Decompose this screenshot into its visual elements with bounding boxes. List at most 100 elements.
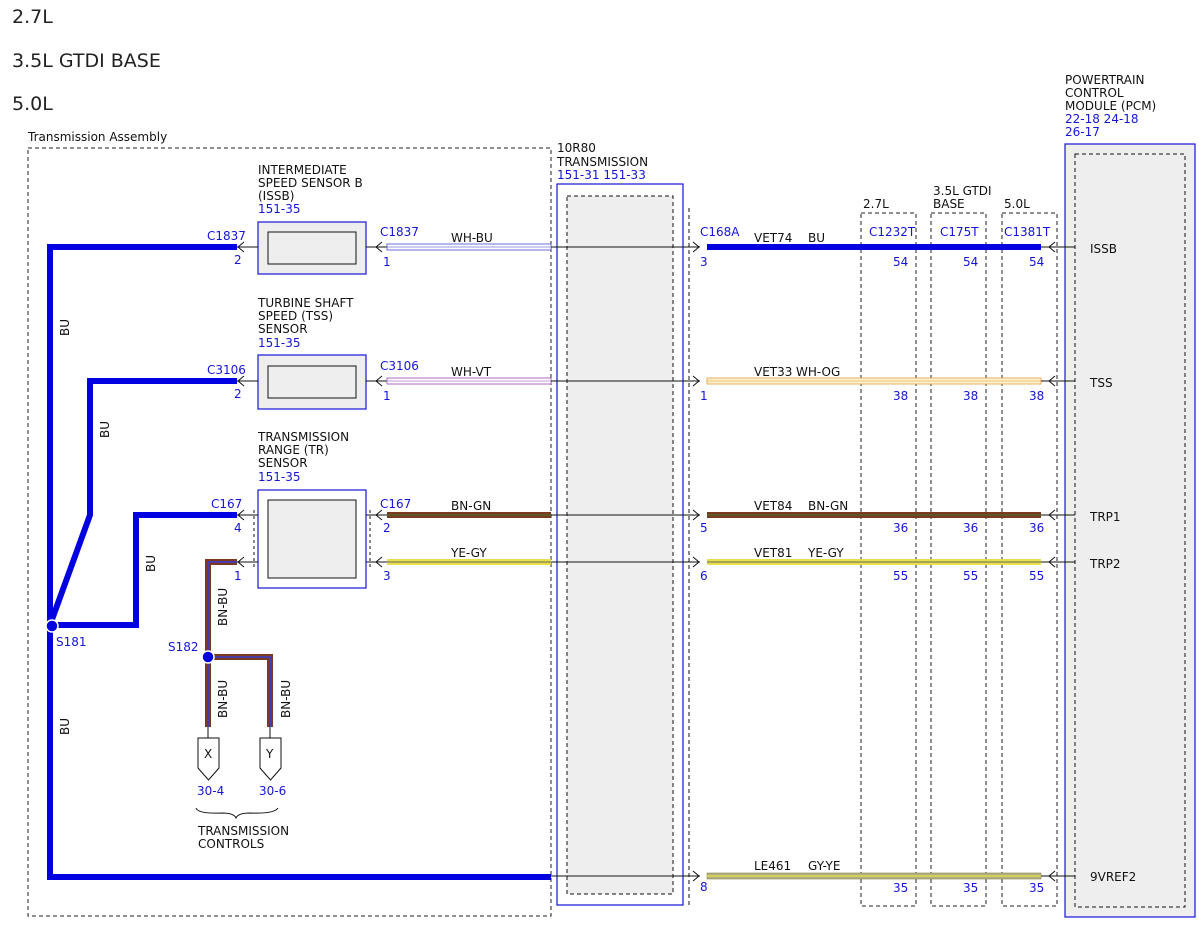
issb-ref: 151-35 [258,202,301,216]
destination-y-letter: Y [265,747,274,761]
tr-pin-right-top: 2 [383,521,391,535]
transmission-refs: 151-31 151-33 [557,168,646,182]
tr-pin-right-bottom: 3 [383,569,391,583]
wire-color-bnbu-1: BN-BU [216,588,230,626]
destination-label-line-2: CONTROLS [198,837,264,851]
tss-title-3: SENSOR [258,322,308,336]
pcm-refs-1: 22-18 24-18 [1065,112,1139,126]
pcm-inner [1074,153,1186,908]
destination-brace [195,807,279,820]
circuit-trp2-id: VET81 [754,546,792,560]
destination-x-ref: 30-4 [197,784,224,798]
tss-sensor: TURBINE SHAFT SPEED (TSS) SENSOR 151-35 [257,296,367,410]
circuit-9vref2-pcm-pin-a: 35 [893,881,908,895]
tss-pin-right: 1 [383,389,391,403]
variant-5-0l-connector: C1381T [1004,225,1051,239]
circuit-issb-pcm-pin-b: 54 [963,255,978,269]
tr-connector-right: C167 [380,497,411,511]
variant-2-7l-label: 2.7L [863,197,889,211]
wire-color-bu-4: BU [58,718,72,735]
issb-pin-right: 1 [383,255,391,269]
circuit-trp2-color: YE-GY [807,546,844,560]
issb-title-3: (ISSB) [258,189,294,203]
tr-ref: 151-35 [258,470,301,484]
splice-s181 [45,619,59,633]
variant-3-5l-connector: C175T [940,225,979,239]
wire-color-bnbu-2: BN-BU [216,680,230,718]
pcm-signal-issb: ISSB [1090,242,1117,256]
destination-label-line-1: TRANSMISSION [197,824,289,838]
circuit-trp2-pcm-pin-a: 55 [893,569,908,583]
circuit-issb-id: VET74 [754,231,792,245]
pcm-signal-9vref2: 9VREF2 [1090,870,1136,884]
tr-sensor: TRANSMISSION RANGE (TR) SENSOR 151-35 [253,430,371,589]
circuit-9vref2-color: GY-YE [808,859,840,873]
tr-wire-top-color: BN-GN [451,499,491,513]
header-3-5l-gtdi-base: 3.5L GTDI BASE [12,50,161,72]
splice-s181-label: S181 [56,635,87,649]
wire-color-bu-2: BU [98,421,112,438]
issb-connector-left: C1837 [207,229,246,243]
header-5-0l: 5.0L [12,93,53,115]
issb-title-2: SPEED SENSOR B [258,176,363,190]
circuit-trp2-pcm-pin-c: 55 [1029,569,1044,583]
circuit-tss-pcm-pin-c: 38 [1029,389,1044,403]
variant-3-5l-label: 3.5L GTDI [933,184,992,198]
tss-pin-left: 2 [234,387,242,401]
tr-title-3: SENSOR [258,456,308,470]
pcm-title-3: MODULE (PCM) [1065,99,1156,113]
circuit-tss-color: WH-OG [796,365,840,379]
circuit-9vref2-pcm-pin-c: 35 [1029,881,1044,895]
transmission-title-2: TRANSMISSION [556,155,648,169]
pcm-title-2: CONTROL [1065,86,1124,100]
circuit-tss-id: VET33 [754,365,792,379]
wiring-diagram: 2.7L 3.5L GTDI BASE 5.0L Transmission As… [12,6,1196,918]
circuit-trp1-pcm-pin-b: 36 [963,521,978,535]
variant-2-7l-connector: C1232T [869,225,916,239]
variant-5-0l-label: 5.0L [1004,197,1030,211]
tss-connector-right: C3106 [380,359,419,373]
issb-title-1: INTERMEDIATE [258,163,347,177]
wire-color-bnbu-3: BN-BU [279,680,293,718]
circuit-tss-pcm-pin-b: 38 [963,389,978,403]
circuit-tss-pcm-pin-a: 38 [893,389,908,403]
issb-connector-right: C1837 [380,225,419,239]
pcm-signal-tss: TSS [1089,376,1113,390]
circuit-issb-color: BU [808,231,825,245]
issb-pin-left: 2 [234,253,242,267]
circuit-trp1-pcm-pin-c: 36 [1029,521,1044,535]
circuit-9vref2-pcm-pin-b: 35 [963,881,978,895]
tr-pin-left-bottom: 1 [234,569,242,583]
circuit-tss-pin: 1 [700,389,708,403]
circuit-trp1-color: BN-GN [808,499,848,513]
destination-y-ref: 30-6 [259,784,286,798]
circuit-trp1-pin: 5 [700,521,708,535]
tss-connector-left: C3106 [207,363,246,377]
destination-x-letter: X [204,747,212,761]
circuit-9vref2-id: LE461 [754,859,791,873]
wire-color-bu-3: BU [144,555,158,572]
circuit-9vref2-pin: 8 [700,880,708,894]
tr-title-2: RANGE (TR) [258,443,329,457]
tr-pin-left-top: 4 [234,521,242,535]
tss-ref: 151-35 [258,336,301,350]
tss-title-2: SPEED (TSS) [258,309,333,323]
pcm-signal-trp1: TRP1 [1089,510,1121,524]
tr-title-1: TRANSMISSION [257,430,349,444]
circuit-trp2-pin: 6 [700,569,708,583]
pcm-signal-trp2: TRP2 [1089,557,1121,571]
splice-s182-label: S182 [168,640,199,654]
circuit-trp1-id: VET84 [754,499,792,513]
circuit-trp2-pcm-pin-b: 55 [963,569,978,583]
vehicle-connector-label: C168A [700,225,740,239]
tss-wire-color: WH-VT [451,365,492,379]
wire-color-bu-1: BU [58,319,72,336]
splice-s182 [201,650,215,664]
transmission-inner [566,195,674,895]
transmission-title-1: 10R80 [557,141,596,155]
circuit-issb-pin: 3 [700,255,708,269]
assembly-label: Transmission Assembly [27,130,167,144]
pcm-title-1: POWERTRAIN [1065,73,1145,87]
issb-sensor: INTERMEDIATE SPEED SENSOR B (ISSB) 151-3… [257,163,367,275]
tr-wire-bottom-color: YE-GY [450,546,487,560]
